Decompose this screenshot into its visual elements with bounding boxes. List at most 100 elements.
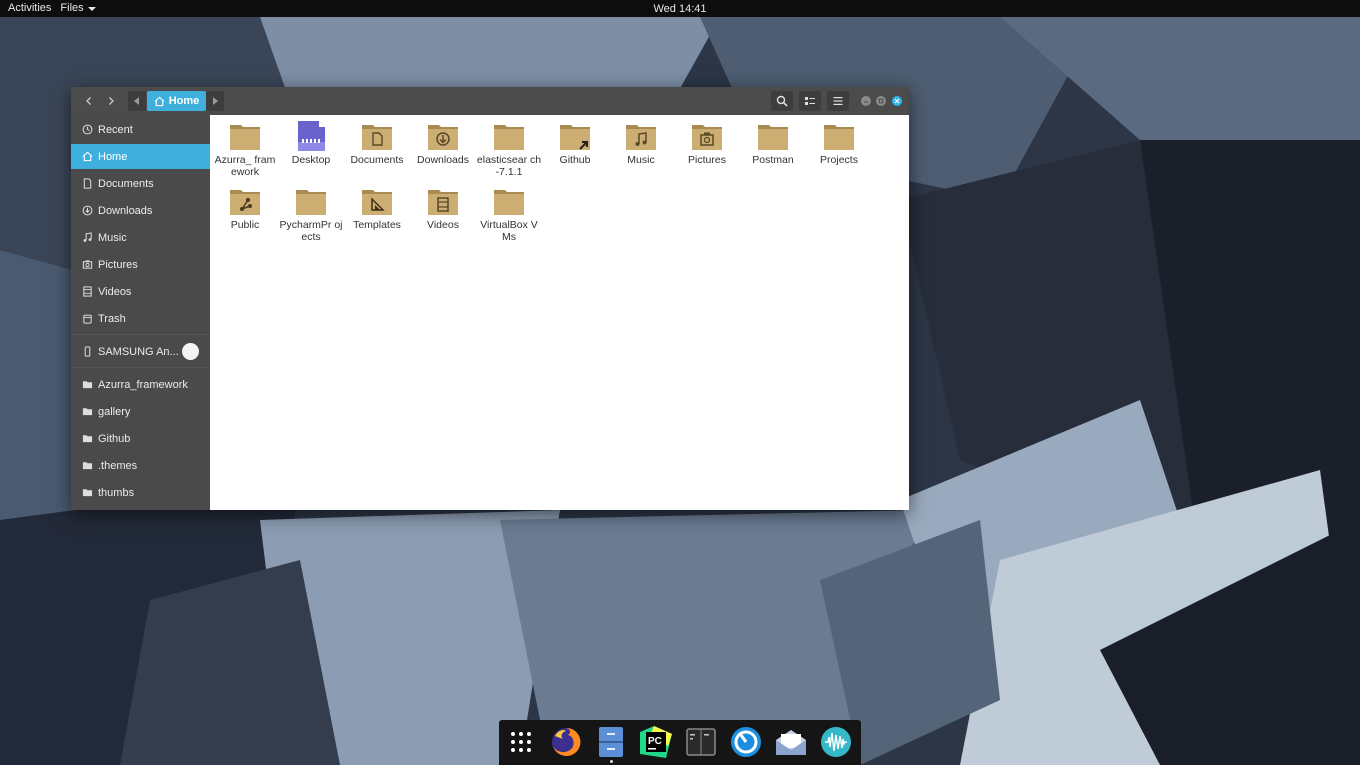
clock-icon	[81, 124, 93, 136]
document-icon	[81, 178, 93, 190]
mail-icon	[776, 730, 806, 755]
sidebar-item-bookmark[interactable]: gallery	[71, 399, 210, 424]
sidebar-item-documents[interactable]: Documents	[71, 171, 210, 196]
sidebar: Recent Home Documents Downloads Music Pi…	[71, 115, 210, 510]
path-scroll-right-button[interactable]	[206, 91, 224, 111]
file-name: elasticsear ch-7.1.1	[476, 154, 542, 178]
file-name: Public	[230, 219, 260, 231]
close-button[interactable]	[892, 96, 902, 106]
file-name: Videos	[427, 219, 459, 231]
sidebar-item-bookmark[interactable]: thumbs	[71, 480, 210, 505]
minimize-button[interactable]	[861, 96, 871, 106]
dock-app-mail[interactable]	[774, 725, 808, 759]
folder-icon	[81, 433, 93, 445]
sidebar-item-videos[interactable]: Videos	[71, 279, 210, 304]
folder-icon	[296, 190, 326, 215]
folder-icon	[81, 406, 93, 418]
sidebar-item-label: Music	[98, 231, 127, 244]
chevron-left-icon	[86, 97, 91, 105]
public-folder-icon	[230, 190, 260, 215]
file-item[interactable]: Templates	[344, 185, 410, 231]
sidebar-item-label: Documents	[98, 177, 154, 190]
top-bar: Activities Files Wed 14:41	[0, 0, 1360, 17]
show-applications-button[interactable]	[504, 725, 538, 759]
app-grid-icon	[511, 732, 531, 752]
phone-icon	[81, 346, 93, 358]
dock-app-clock[interactable]	[729, 725, 763, 759]
maximize-button[interactable]	[876, 96, 886, 106]
header-bar: Home	[71, 87, 909, 115]
pycharm-icon: PC	[640, 726, 672, 758]
file-item[interactable]: Public	[212, 185, 278, 231]
folder-icon	[230, 125, 260, 150]
file-item[interactable]: Projects	[806, 120, 872, 166]
dock-app-audio-recorder[interactable]	[819, 725, 853, 759]
music-icon	[81, 232, 93, 244]
activities-button[interactable]: Activities	[0, 0, 59, 17]
file-item[interactable]: Github	[542, 120, 608, 166]
sidebar-item-downloads[interactable]: Downloads	[71, 198, 210, 223]
videos-folder-icon	[428, 190, 458, 215]
view-options-button[interactable]	[799, 91, 821, 111]
sidebar-item-bookmark[interactable]: .themes	[71, 453, 210, 478]
file-item[interactable]: Downloads	[410, 120, 476, 166]
dock-app-files[interactable]	[594, 725, 628, 759]
audio-recorder-icon	[821, 727, 851, 757]
downloads-folder-icon	[428, 125, 458, 150]
search-button[interactable]	[771, 91, 793, 111]
dock-app-pycharm[interactable]: PC	[639, 725, 673, 759]
video-icon	[81, 286, 93, 298]
sidebar-item-pictures[interactable]: Pictures	[71, 252, 210, 277]
file-item[interactable]: Azurra_ framework	[212, 120, 278, 178]
file-name: Documents	[350, 154, 404, 166]
clock[interactable]: Wed 14:41	[653, 3, 706, 15]
hamburger-icon	[833, 97, 843, 105]
eject-button[interactable]	[182, 343, 199, 360]
maximize-icon	[878, 98, 884, 104]
path-home-label: Home	[168, 95, 200, 107]
sidebar-item-music[interactable]: Music	[71, 225, 210, 250]
file-item[interactable]: elasticsear ch-7.1.1	[476, 120, 542, 178]
app-menu-button[interactable]: Files	[59, 0, 103, 17]
documents-folder-icon	[362, 125, 392, 150]
file-item[interactable]: Postman	[740, 120, 806, 166]
sidebar-item-label: Videos	[98, 285, 132, 298]
file-name: Postman	[752, 154, 794, 166]
sidebar-item-trash[interactable]: Trash	[71, 306, 210, 331]
path-scroll-left-button[interactable]	[128, 91, 146, 111]
search-icon	[776, 95, 788, 107]
file-manager-window: Home Recent Home Documents Downloads Mus…	[71, 87, 909, 510]
file-name: Github	[559, 154, 591, 166]
sidebar-item-label: thumbs	[98, 486, 135, 499]
dock: PC	[499, 720, 861, 765]
sidebar-item-recent[interactable]: Recent	[71, 117, 210, 142]
app-menu-label: Files	[60, 2, 84, 14]
menu-button[interactable]	[827, 91, 849, 111]
pycharm-text: PC	[648, 736, 662, 747]
dock-app-terminal[interactable]	[684, 725, 718, 759]
forward-button[interactable]	[100, 91, 122, 111]
file-item[interactable]: VirtualBox VMs	[476, 185, 542, 243]
sidebar-item-label: Home	[98, 150, 128, 163]
file-item[interactable]: Documents	[344, 120, 410, 166]
running-indicator	[610, 760, 613, 763]
minimize-icon	[864, 101, 868, 103]
file-item[interactable]: Music	[608, 120, 674, 166]
terminal-icon	[686, 728, 716, 756]
trash-icon	[81, 313, 93, 325]
path-home-button[interactable]: Home	[147, 91, 206, 111]
home-icon	[154, 96, 165, 106]
dock-app-firefox[interactable]	[549, 725, 583, 759]
files-icon	[599, 727, 623, 757]
file-item[interactable]: Videos	[410, 185, 476, 231]
file-item[interactable]: Pictures	[674, 120, 740, 166]
folder-icon	[824, 125, 854, 150]
file-item[interactable]: PycharmPr ojects	[278, 185, 344, 243]
sidebar-item-home[interactable]: Home	[71, 144, 210, 169]
sidebar-divider	[71, 367, 210, 368]
file-item[interactable]: Desktop	[278, 120, 344, 166]
sidebar-item-bookmark[interactable]: Azurra_framework	[71, 372, 210, 397]
chevron-down-icon	[87, 6, 96, 11]
sidebar-item-bookmark[interactable]: Github	[71, 426, 210, 451]
back-button[interactable]	[78, 91, 100, 111]
